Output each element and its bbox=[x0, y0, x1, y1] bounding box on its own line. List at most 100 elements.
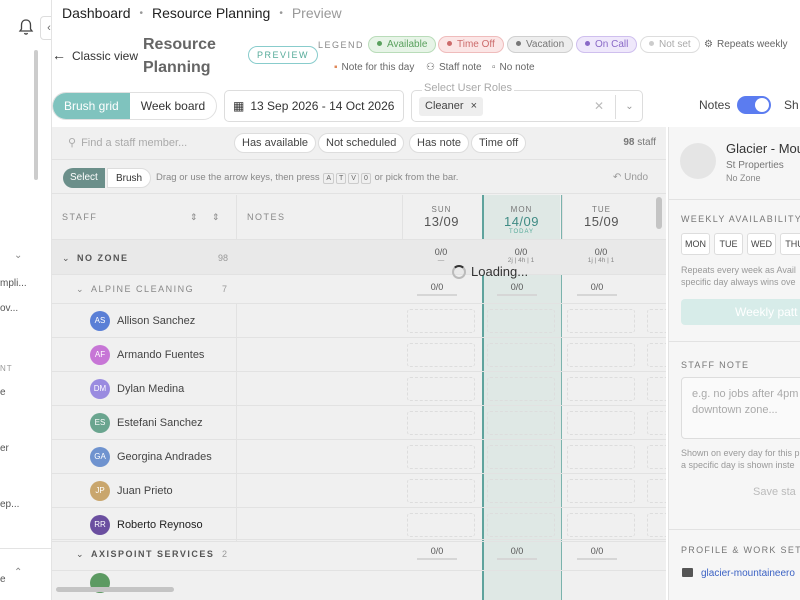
staff-row[interactable]: RR Roberto Reynoso bbox=[52, 508, 666, 542]
weekday-tue[interactable]: TUE bbox=[714, 233, 743, 255]
availability-cell[interactable] bbox=[647, 479, 666, 503]
tab-brush-grid[interactable]: Brush grid bbox=[53, 93, 130, 119]
group-name[interactable]: ⌄ AXISPOINT SERVICES bbox=[76, 549, 214, 560]
sort-icon[interactable]: ⇕ bbox=[190, 212, 198, 223]
chevron-up-icon[interactable]: ⌃ bbox=[14, 567, 22, 578]
availability-cell[interactable] bbox=[567, 479, 635, 503]
undo-button[interactable]: ↶ Undo bbox=[613, 172, 648, 183]
classic-view-link[interactable]: ← Classic view bbox=[52, 47, 138, 63]
staff-name[interactable]: Armando Fuentes bbox=[117, 349, 204, 361]
day-header-sun[interactable]: SUN 13/09 bbox=[402, 195, 480, 239]
staff-note-cell[interactable] bbox=[236, 304, 402, 338]
availability-cell[interactable] bbox=[407, 309, 475, 333]
legend-time-off: Time Off bbox=[438, 36, 504, 53]
day-header-tue[interactable]: TUE 15/09 bbox=[562, 195, 640, 239]
staff-name[interactable]: Allison Sanchez bbox=[117, 315, 195, 327]
filter-time-off[interactable]: Time off bbox=[471, 133, 527, 153]
staff-note-cell[interactable] bbox=[236, 440, 402, 474]
availability-cell[interactable] bbox=[487, 377, 555, 401]
staff-name[interactable]: Dylan Medina bbox=[117, 383, 184, 395]
staff-row[interactable]: JP Juan Prieto bbox=[52, 474, 666, 508]
staff-header-label: STAFF bbox=[62, 212, 98, 222]
staff-note-cell[interactable] bbox=[236, 372, 402, 406]
staff-name[interactable]: Estefani Sanchez bbox=[117, 417, 203, 429]
user-roles-select[interactable]: Select User Roles Cleaner × ✕ ⌄ bbox=[411, 82, 643, 122]
availability-cell[interactable] bbox=[407, 479, 475, 503]
breadcrumb-resource-planning[interactable]: Resource Planning bbox=[152, 5, 270, 21]
rail-item[interactable]: mpli... bbox=[0, 278, 27, 289]
avatar: DM bbox=[90, 379, 110, 399]
staff-row[interactable]: AS Allison Sanchez bbox=[52, 304, 666, 338]
availability-cell[interactable] bbox=[487, 479, 555, 503]
save-staff-note-button[interactable]: Save sta bbox=[753, 486, 796, 498]
rail-item[interactable]: er bbox=[0, 443, 9, 454]
staff-row[interactable]: ES Estefani Sanchez bbox=[52, 406, 666, 440]
staff-note-cell[interactable] bbox=[236, 474, 402, 508]
staff-note-cell[interactable] bbox=[236, 406, 402, 440]
availability-cell[interactable] bbox=[407, 377, 475, 401]
group-name[interactable]: ⌄ ALPINE CLEANING bbox=[76, 284, 194, 295]
staff-row[interactable]: DM Dylan Medina bbox=[52, 372, 666, 406]
availability-cell[interactable] bbox=[567, 343, 635, 367]
availability-cell[interactable] bbox=[487, 411, 555, 435]
notes-toggle[interactable] bbox=[737, 96, 771, 114]
filter-has-available[interactable]: Has available bbox=[234, 133, 317, 153]
availability-cell[interactable] bbox=[647, 445, 666, 469]
availability-cell[interactable] bbox=[487, 309, 555, 333]
select-mode-button[interactable]: Select bbox=[63, 168, 105, 188]
availability-cell[interactable] bbox=[407, 445, 475, 469]
availability-cell[interactable] bbox=[407, 411, 475, 435]
weekday-thu[interactable]: THU bbox=[780, 233, 800, 255]
email-link[interactable]: glacier-mountaineero bbox=[701, 568, 795, 579]
availability-cell[interactable] bbox=[567, 377, 635, 401]
availability-cell[interactable] bbox=[567, 513, 635, 537]
staff-note-cell[interactable] bbox=[236, 508, 402, 542]
show-toggle-label: Sh bbox=[784, 98, 799, 112]
chevron-down-icon[interactable]: ⌄ bbox=[615, 95, 643, 119]
clear-roles-icon[interactable]: ✕ bbox=[594, 99, 604, 113]
staff-name[interactable]: Roberto Reynoso bbox=[117, 519, 203, 531]
chevron-down-icon[interactable]: ⌄ bbox=[14, 250, 22, 261]
availability-cell[interactable] bbox=[647, 377, 666, 401]
tab-week-board[interactable]: Week board bbox=[130, 93, 216, 119]
staff-name[interactable]: Georgina Andrades bbox=[117, 451, 212, 463]
staff-note-cell[interactable] bbox=[236, 338, 402, 372]
sort-icon[interactable]: ⇕ bbox=[212, 212, 220, 223]
staff-name[interactable]: Juan Prieto bbox=[117, 485, 173, 497]
rail-scrollbar[interactable] bbox=[34, 50, 38, 180]
weekday-mon[interactable]: MON bbox=[681, 233, 710, 255]
availability-cell[interactable] bbox=[487, 513, 555, 537]
grid-horizontal-scrollbar[interactable] bbox=[56, 587, 174, 592]
availability-cell[interactable] bbox=[567, 411, 635, 435]
availability-cell[interactable] bbox=[567, 309, 635, 333]
staff-row[interactable]: AF Armando Fuentes bbox=[52, 338, 666, 372]
collapse-sidebar-button[interactable]: ‹ bbox=[40, 16, 51, 40]
remove-tag-icon[interactable]: × bbox=[471, 100, 477, 112]
weekday-wed[interactable]: WED bbox=[747, 233, 776, 255]
breadcrumb-dashboard[interactable]: Dashboard bbox=[62, 5, 131, 21]
filter-has-note[interactable]: Has note bbox=[409, 133, 470, 153]
grid-vertical-scrollbar[interactable] bbox=[656, 197, 662, 229]
weekly-pattern-button[interactable]: Weekly patt bbox=[681, 299, 800, 325]
bell-icon[interactable] bbox=[18, 18, 34, 36]
availability-cell[interactable] bbox=[647, 411, 666, 435]
rail-item[interactable]: e bbox=[0, 387, 6, 398]
availability-cell[interactable] bbox=[487, 343, 555, 367]
availability-cell[interactable] bbox=[407, 343, 475, 367]
availability-cell[interactable] bbox=[487, 445, 555, 469]
day-header-mon[interactable]: MON 14/09 TODAY bbox=[482, 195, 560, 239]
filter-not-scheduled[interactable]: Not scheduled bbox=[318, 133, 405, 153]
availability-cell[interactable] bbox=[567, 445, 635, 469]
availability-cell[interactable] bbox=[647, 513, 666, 537]
availability-cell[interactable] bbox=[647, 343, 666, 367]
rail-item[interactable]: ov... bbox=[0, 303, 18, 314]
staff-note-field[interactable]: e.g. no jobs after 4pm downtown zone... bbox=[681, 377, 800, 439]
brush-mode-button[interactable]: Brush bbox=[107, 168, 152, 188]
rail-footer-item[interactable]: e bbox=[0, 574, 6, 585]
staff-search-input[interactable]: ⚲ Find a staff member... bbox=[68, 136, 187, 149]
availability-cell[interactable] bbox=[407, 513, 475, 537]
rail-item[interactable]: ep... bbox=[0, 499, 19, 510]
date-range-picker[interactable]: ▦ 13 Sep 2026 - 14 Oct 2026 bbox=[224, 90, 404, 122]
staff-row[interactable]: GA Georgina Andrades bbox=[52, 440, 666, 474]
availability-cell[interactable] bbox=[647, 309, 666, 333]
